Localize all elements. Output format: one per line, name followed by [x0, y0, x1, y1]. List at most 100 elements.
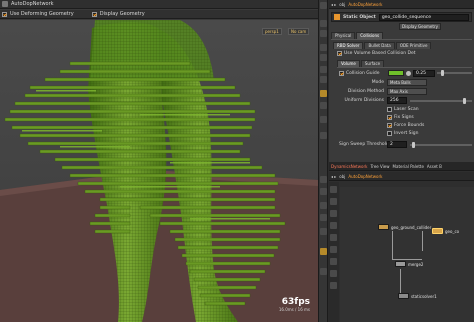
network-canvas[interactable]: geo_ground_collider geo_co merge2 static… [340, 187, 474, 322]
invert-sign-row: Invert Sign [387, 131, 418, 136]
viewport-tab-title[interactable]: AutoDopNetwork [11, 1, 54, 7]
scale-icon[interactable] [320, 214, 327, 221]
network-tool-icon[interactable] [330, 270, 337, 277]
network-tool-icon[interactable] [330, 234, 337, 241]
division-method-dropdown[interactable]: Max Axis [387, 88, 427, 95]
network-tool-icon[interactable] [330, 222, 337, 229]
tab-rbd-solver[interactable]: RBD Solver [333, 42, 364, 49]
tab-ode-primitive[interactable]: ODE Primitive [395, 42, 432, 49]
collision-guide-color-swatch[interactable] [388, 70, 404, 76]
collision-guide-alpha-field[interactable]: 0.25 [413, 69, 435, 77]
laser-scan-checkbox[interactable] [387, 107, 392, 112]
back-arrow-icon[interactable]: ◂ ▸ [331, 174, 336, 179]
move-icon[interactable] [320, 188, 327, 195]
display-options-bar: Use Deforming Geometry Display Geometry [0, 10, 318, 19]
force-bounds-row: Force Bounds [387, 123, 424, 128]
collision-guide-alpha-slider[interactable] [437, 70, 472, 76]
network-tab-strip: DynamicsNetwork Tree View Material Palet… [329, 162, 474, 171]
render-icon[interactable] [320, 132, 327, 139]
param-path-obj[interactable]: obj [339, 2, 345, 7]
snap-icon[interactable] [320, 90, 327, 97]
slider-knob[interactable] [463, 97, 466, 104]
shaded-icon[interactable] [320, 54, 327, 61]
tab-bullet-data[interactable]: Bullet Data [364, 42, 395, 49]
view-icon[interactable] [320, 268, 327, 275]
tab-asset-browser[interactable]: Asset B [427, 164, 442, 169]
display-icon[interactable] [320, 20, 327, 27]
select-icon[interactable] [320, 176, 327, 183]
close-icon[interactable] [320, 2, 327, 9]
invert-sign-checkbox[interactable] [387, 131, 392, 136]
network-tool-icon[interactable] [330, 258, 337, 265]
network-tool-icon[interactable] [330, 186, 337, 193]
param-path-bar: ◂ ▸ obj AutoDopNetwork [329, 0, 474, 9]
sign-sweep-field[interactable]: 2 [387, 141, 407, 148]
mode-dropdown[interactable]: Meta Balls [387, 79, 427, 86]
node-label: geo_ground_collider [391, 224, 432, 230]
viewport-tool-strip [318, 0, 328, 322]
uniform-divisions-field[interactable]: 256 [387, 97, 407, 104]
back-arrow-icon[interactable]: ◂ ▸ [331, 2, 336, 7]
network-tool-icon[interactable] [330, 210, 337, 217]
solver-node-icon [398, 293, 409, 299]
scene-3d-render[interactable] [0, 20, 318, 322]
fps-value: 63fps [281, 297, 310, 307]
scene-viewport[interactable]: AutoDopNetwork Use Deforming Geometry Di… [0, 0, 318, 322]
network-tool-icon[interactable] [330, 246, 337, 253]
rotate-icon[interactable] [320, 202, 327, 209]
force-bounds-checkbox[interactable] [387, 123, 392, 128]
network-tool-icon[interactable] [330, 282, 337, 289]
tab-collisions[interactable]: Collisions [356, 32, 384, 39]
points-icon[interactable] [320, 76, 327, 83]
node-geo-collide[interactable]: geo_co [432, 228, 459, 234]
force-bounds-label: Force Bounds [394, 123, 425, 128]
display-geometry-checkbox[interactable] [91, 11, 97, 17]
network-tool-strip [329, 182, 339, 322]
pose-icon[interactable] [320, 248, 327, 255]
node-header: Static Object geo_collide_sequence [331, 12, 472, 22]
viewport-menu-icon[interactable] [2, 1, 8, 7]
camera-menu-nocam[interactable]: No cam [288, 28, 310, 35]
slider-knob[interactable] [441, 70, 444, 76]
display-geometry-button[interactable]: Display Geometry [399, 23, 441, 30]
mode-row: Mode Meta Balls [339, 79, 427, 86]
sign-sweep-slider[interactable] [410, 141, 472, 148]
fps-readout: 63fps 16.0ms / 16 ms [279, 297, 310, 313]
tab-surface[interactable]: Surface [360, 60, 385, 67]
uniform-divisions-row: Uniform Divisions 256 [339, 97, 472, 104]
network-path-bar: ◂ ▸ obj AutoDopNetwork [329, 172, 474, 181]
node-staticsolver1[interactable]: staticsolver1 [398, 293, 437, 299]
invert-sign-label: Invert Sign [394, 131, 419, 136]
use-deforming-checkbox[interactable] [2, 11, 7, 17]
wireframe-icon[interactable] [320, 44, 327, 51]
grid-icon[interactable] [320, 102, 327, 109]
network-path-obj[interactable]: obj [339, 174, 345, 179]
handle-icon[interactable] [320, 228, 327, 235]
uniform-divisions-slider[interactable] [410, 97, 472, 104]
use-volume-based-checkbox[interactable] [337, 51, 342, 56]
param-path-node[interactable]: AutoDopNetwork [348, 2, 382, 7]
slider-knob[interactable] [412, 141, 415, 148]
tab-volume[interactable]: Volume [337, 60, 360, 67]
lighting-icon[interactable] [320, 30, 327, 37]
ghost-icon[interactable] [320, 66, 327, 73]
camera-icon[interactable] [320, 116, 327, 123]
camera-menu-persp[interactable]: persp1 [262, 28, 282, 35]
node-geo-ground-collider[interactable]: geo_ground_collider [378, 224, 431, 230]
static-object-node-icon [432, 228, 443, 234]
fix-signs-checkbox[interactable] [387, 115, 392, 120]
use-deforming-label: Use Deforming Geometry [10, 11, 74, 17]
sign-sweep-label: Sign Sweep Threshold [339, 142, 389, 147]
node-name-field[interactable]: geo_collide_sequence [378, 13, 469, 21]
collision-guide-checkbox[interactable] [339, 70, 344, 76]
tab-physical[interactable]: Physical [331, 32, 356, 39]
color-picker-icon[interactable] [406, 70, 411, 76]
tab-tree-view[interactable]: Tree View [370, 164, 389, 169]
tab-material-palette[interactable]: Material Palette [393, 164, 424, 169]
use-volume-based-label: Use Volume Based Collision Det [344, 51, 416, 56]
network-tool-icon[interactable] [330, 198, 337, 205]
param-main-tabs: Physical Collisions [331, 32, 384, 39]
tab-dynamics-network[interactable]: DynamicsNetwork [331, 164, 367, 169]
network-path-node[interactable]: AutoDopNetwork [348, 174, 382, 179]
node-merge2[interactable]: merge2 [395, 261, 423, 267]
